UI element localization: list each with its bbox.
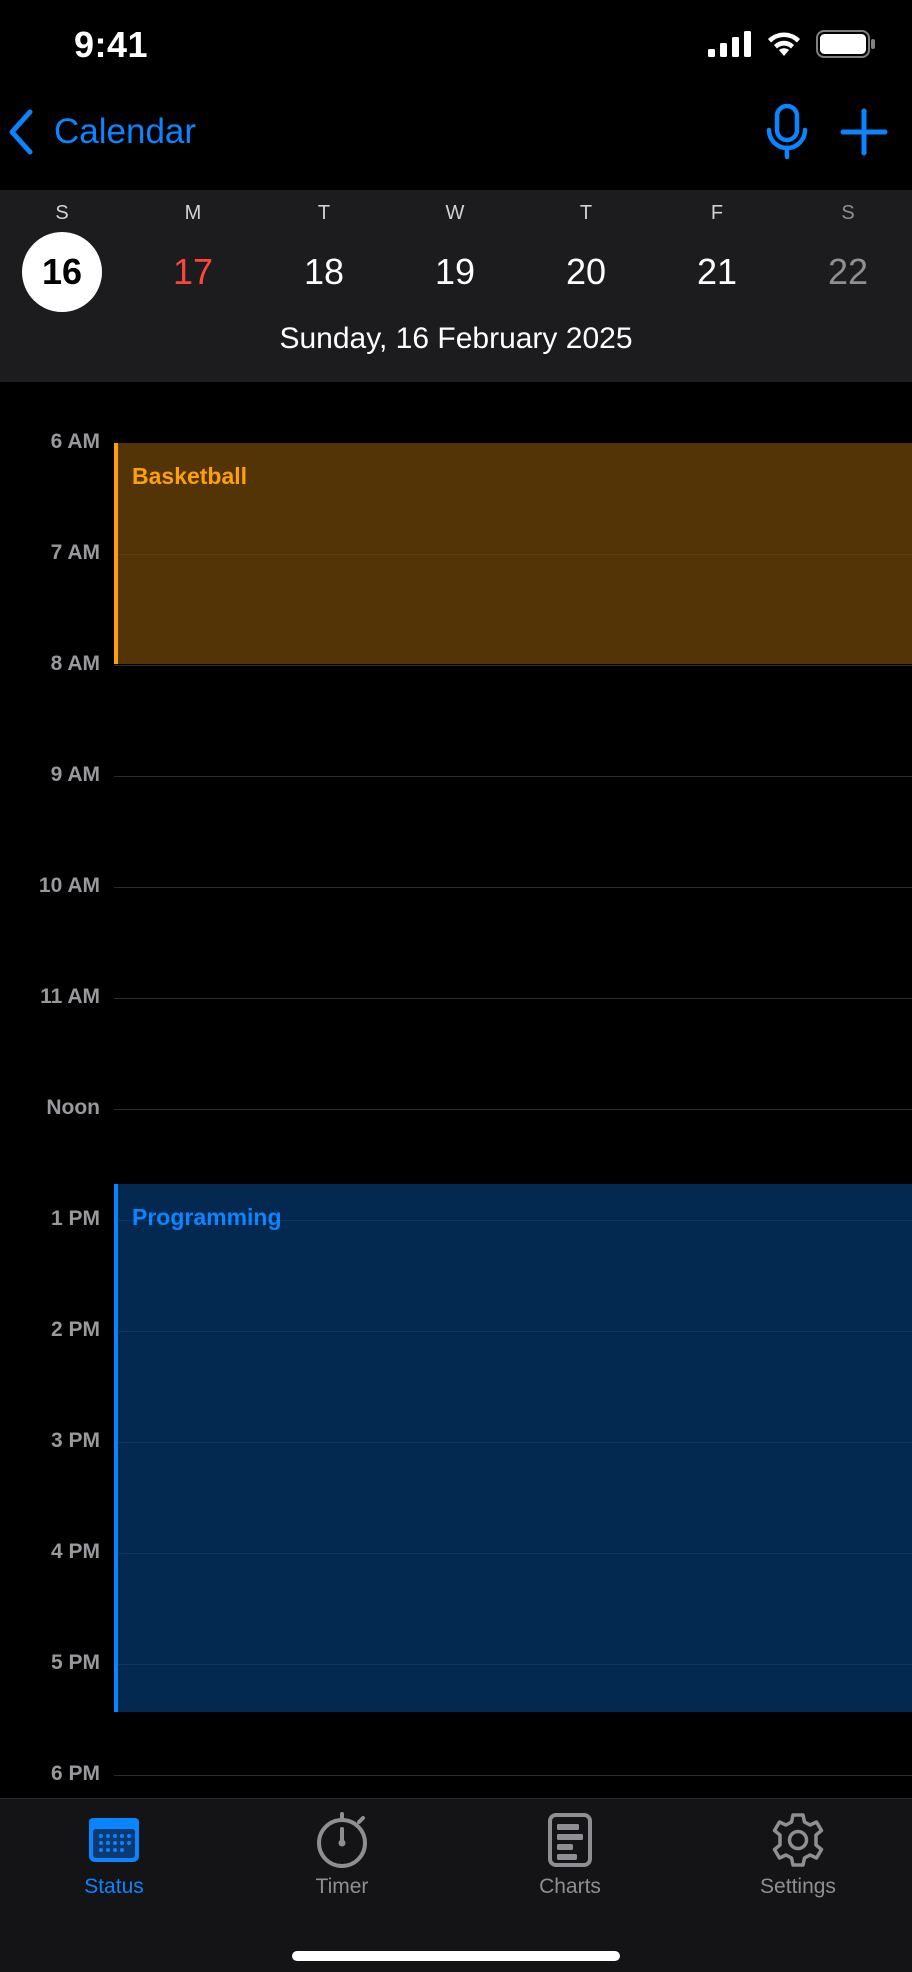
hour-label: 8 AM: [50, 652, 100, 675]
navigation-bar: Calendar: [0, 100, 912, 190]
status-icons: [708, 30, 876, 58]
back-label: Calendar: [54, 112, 197, 151]
hour-label: 5 PM: [50, 1651, 100, 1674]
microphone-icon[interactable]: [764, 103, 810, 161]
day-letter: S: [841, 202, 855, 224]
chevron-left-icon: [0, 102, 42, 162]
week-strip: S 16 M 17 T 18 W 19 T 20 F 21 S 22 Sunda…: [0, 190, 912, 382]
day-number-selected: 16: [22, 232, 102, 312]
day-number: 20: [565, 251, 607, 292]
hour-line: [114, 887, 912, 888]
battery-icon: [816, 30, 875, 58]
tab-charts[interactable]: Charts: [456, 1809, 684, 1909]
event-hour-divider: [118, 1553, 912, 1554]
day-letter: T: [579, 202, 593, 224]
status-time: 9:41: [74, 24, 149, 65]
event-title: Basketball: [132, 463, 248, 489]
home-indicator[interactable]: [292, 1951, 620, 1961]
hour-label: 6 PM: [50, 1762, 100, 1785]
wifi-icon: [768, 32, 800, 56]
hour-line: [114, 998, 912, 999]
day-letter: F: [710, 202, 724, 224]
hour-label: 1 PM: [50, 1207, 100, 1230]
hour-line: [114, 665, 912, 666]
hour-line: [114, 1775, 912, 1776]
plus-icon[interactable]: [840, 108, 888, 156]
hour-line: [114, 1109, 912, 1110]
tab-label: Timer: [315, 1875, 369, 1898]
event-hour-divider: [118, 1331, 912, 1332]
hour-label: 10 AM: [38, 874, 100, 897]
tab-label: Charts: [539, 1875, 601, 1898]
hour-label: 7 AM: [50, 541, 100, 564]
tab-label: Settings: [760, 1875, 836, 1898]
day-letter: M: [184, 202, 202, 224]
back-button[interactable]: Calendar: [0, 100, 196, 164]
event-title: Programming: [132, 1204, 282, 1230]
day-number: 18: [303, 251, 345, 292]
hour-label: 2 PM: [50, 1318, 100, 1341]
hour-label: 6 AM: [50, 430, 100, 453]
hour-label: 4 PM: [50, 1540, 100, 1563]
stopwatch-icon: [314, 1809, 370, 1871]
day-number: 22: [827, 251, 869, 292]
cellular-signal-icon: [708, 31, 751, 57]
status-bar: 9:41: [0, 0, 912, 100]
hour-label: 3 PM: [50, 1429, 100, 1452]
hour-label: Noon: [46, 1096, 100, 1119]
nav-actions: [764, 100, 888, 164]
day-number: 21: [696, 251, 738, 292]
day-letter: W: [445, 202, 465, 224]
event-hour-divider: [118, 1664, 912, 1665]
event-hour-divider: [118, 554, 912, 555]
event-basketball[interactable]: Basketball: [114, 443, 912, 664]
hour-label: 9 AM: [50, 763, 100, 786]
day-number: 19: [434, 251, 476, 292]
day-letter: S: [55, 202, 69, 224]
tab-settings[interactable]: Settings: [684, 1809, 912, 1909]
gear-icon: [769, 1809, 827, 1871]
calendar-icon: [88, 1809, 140, 1871]
event-hour-divider: [118, 1220, 912, 1221]
tab-label: Status: [84, 1875, 144, 1898]
hour-line: [114, 776, 912, 777]
chart-document-icon: [547, 1809, 593, 1871]
day-timeline[interactable]: 6 AM 7 AM 8 AM 9 AM 10 AM 11 AM Noon 1 P…: [0, 382, 912, 1798]
selected-date-label: Sunday, 16 February 2025: [279, 322, 633, 355]
tab-status[interactable]: Status: [0, 1809, 228, 1909]
event-programming[interactable]: Programming: [114, 1184, 912, 1712]
tab-timer[interactable]: Timer: [228, 1809, 456, 1909]
day-letter: T: [317, 202, 331, 224]
tab-bar: Status Timer Charts Settings: [0, 1798, 912, 1972]
event-hour-divider: [118, 1442, 912, 1443]
day-number-today: 17: [172, 251, 214, 292]
hour-label: 11 AM: [40, 985, 100, 1008]
week-days: S 16 M 17 T 18 W 19 T 20 F 21 S 22: [0, 190, 912, 340]
